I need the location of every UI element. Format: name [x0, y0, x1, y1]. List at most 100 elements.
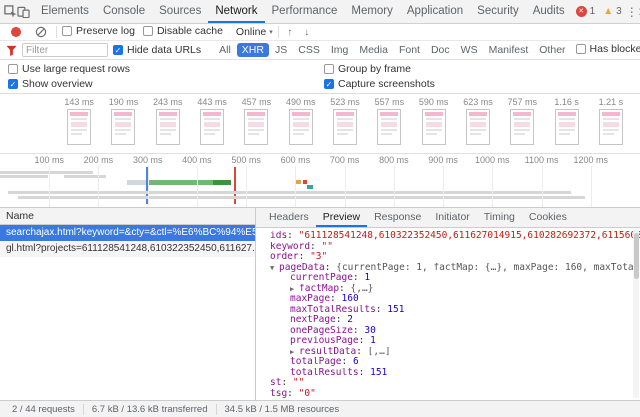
hide-data-urls-checkbox[interactable]: ✓ [113, 45, 123, 56]
name-column-label: Name [6, 210, 35, 222]
tree-line[interactable]: previousPage: 1 [256, 336, 640, 347]
tab-memory[interactable]: Memory [344, 0, 400, 23]
filter-type-all[interactable]: All [214, 43, 236, 57]
details-tab-cookies[interactable]: Cookies [522, 208, 574, 227]
tab-security[interactable]: Security [470, 0, 526, 23]
filter-type-manifest[interactable]: Manifest [484, 43, 534, 57]
overview-gridline [147, 166, 149, 207]
filter-type-doc[interactable]: Doc [426, 43, 455, 57]
tree-line[interactable]: ▼ pageData: {currentPage: 1, factMap: {…}… [256, 262, 640, 274]
thumb-line [602, 133, 614, 135]
filmstrip-frame[interactable]: 443 ms [191, 97, 233, 149]
overview-gridline [49, 166, 51, 207]
tree-line[interactable]: st: "" [256, 378, 640, 389]
filmstrip-frame[interactable]: 590 ms [413, 97, 455, 149]
tab-application[interactable]: Application [400, 0, 470, 23]
filmstrip-frame[interactable]: 190 ms [102, 97, 144, 149]
filmstrip-frame[interactable]: 1.16 s [545, 97, 587, 149]
tree-line[interactable]: onePageSize: 30 [256, 326, 640, 337]
filmstrip-frame[interactable]: 623 ms [457, 97, 499, 149]
warning-badge[interactable]: ▲ 3 [603, 0, 621, 23]
filmstrip-frame[interactable]: 523 ms [324, 97, 366, 149]
details-tab-response[interactable]: Response [367, 208, 428, 227]
filter-type-js[interactable]: JS [270, 43, 292, 57]
tree-line[interactable]: totalPage: 6 [256, 357, 640, 368]
filmstrip-frame[interactable]: 757 ms [501, 97, 543, 149]
toolbar-disable-cache-checkbox[interactable] [142, 26, 153, 36]
tree-line[interactable]: totalResults: 151 [256, 368, 640, 379]
kebab-menu-icon[interactable]: ⋮ [626, 0, 638, 23]
frame-timestamp: 190 ms [108, 97, 139, 107]
tab-audits[interactable]: Audits [526, 0, 572, 23]
overview-tick-label: 400 ms [182, 155, 212, 165]
filter-input[interactable] [22, 43, 108, 57]
filter-type-font[interactable]: Font [394, 43, 425, 57]
option-use-large-request-rows-checkbox[interactable] [8, 64, 18, 74]
upload-arrow-icon[interactable]: ↑ [284, 27, 296, 38]
has-blocked-cookies[interactable]: Has blocked cookies [575, 43, 640, 55]
hide-data-urls[interactable]: ✓ Hide data URLs [113, 44, 201, 56]
option-group-by-frame-checkbox[interactable] [324, 64, 334, 74]
option-show-overview[interactable]: ✓ Show overview [8, 78, 324, 90]
filmstrip-frame[interactable]: 457 ms [235, 97, 277, 149]
disclosure-expanded-icon[interactable]: ▼ [270, 263, 279, 274]
tree-value: 151 [370, 367, 388, 378]
device-toolbar-icon[interactable] [17, 0, 30, 23]
tree-line[interactable]: order: "3" [256, 252, 640, 263]
name-column-header[interactable]: Name [0, 208, 255, 225]
tree-line[interactable]: ids: "611128541248,610322352450,61162701… [256, 231, 640, 242]
details-tab-preview[interactable]: Preview [315, 208, 368, 227]
request-row[interactable]: searchajax.html?keyword=&cty=&ctl=%E6%BC… [0, 225, 255, 241]
toolbar-preserve-log[interactable]: Preserve log [62, 25, 135, 37]
filmstrip-frame[interactable]: 243 ms [147, 97, 189, 149]
tree-line[interactable]: keyword: "" [256, 242, 640, 253]
record-button[interactable] [6, 27, 26, 37]
tab-network[interactable]: Network [208, 0, 265, 23]
option-capture-screenshots[interactable]: ✓ Capture screenshots [324, 78, 632, 90]
scrollbar-thumb[interactable] [633, 233, 639, 279]
filter-type-other[interactable]: Other [534, 43, 570, 57]
inspect-icon[interactable] [4, 0, 17, 23]
disclosure-collapsed-icon[interactable]: ▶ [290, 347, 299, 358]
filmstrip-frame[interactable]: 1.21 s [590, 97, 632, 149]
error-badge[interactable]: ✕ 1 [575, 0, 595, 23]
option-use-large-request-rows[interactable]: Use large request rows [8, 63, 324, 75]
tree-line[interactable]: nextPage: 2 [256, 315, 640, 326]
download-arrow-icon[interactable]: ↓ [301, 27, 313, 38]
thumb-line [337, 118, 354, 120]
toolbar-preserve-log-checkbox[interactable] [62, 26, 72, 36]
filter-type-css[interactable]: CSS [293, 43, 325, 57]
tree-line[interactable]: currentPage: 1 [256, 273, 640, 284]
filter-type-media[interactable]: Media [354, 43, 393, 57]
tab-sources[interactable]: Sources [152, 0, 208, 23]
details-tab-timing[interactable]: Timing [477, 208, 522, 227]
tree-line[interactable]: maxPage: 160 [256, 294, 640, 305]
tab-performance[interactable]: Performance [265, 0, 345, 23]
tree-line[interactable]: ▶ factMap: {,…} [256, 283, 640, 295]
filter-type-ws[interactable]: WS [456, 43, 483, 57]
request-row[interactable]: gl.html?projects=611128541248,6103223524… [0, 241, 255, 257]
filter-type-img[interactable]: Img [326, 43, 354, 57]
clear-button[interactable] [31, 26, 51, 38]
filmstrip-frame[interactable]: 557 ms [368, 97, 410, 149]
details-tab-headers[interactable]: Headers [262, 208, 316, 227]
tree-line[interactable]: tsg: "0" [256, 389, 640, 400]
option-capture-screenshots-checkbox[interactable]: ✓ [324, 79, 334, 89]
overview[interactable]: 100 ms 200 ms 300 ms 400 ms 500 ms 600 ms 700 … [0, 154, 640, 208]
tab-console[interactable]: Console [96, 0, 152, 23]
option-show-overview-checkbox[interactable]: ✓ [8, 79, 18, 89]
filter-funnel-icon[interactable] [6, 45, 17, 56]
throttling-select[interactable]: Online ▾ [236, 26, 273, 38]
filmstrip-frame[interactable]: 143 ms [58, 97, 100, 149]
details-tab-initiator[interactable]: Initiator [428, 208, 476, 227]
disclosure-collapsed-icon[interactable]: ▶ [290, 284, 299, 295]
toolbar-disable-cache[interactable]: Disable cache [142, 25, 223, 37]
option-group-by-frame[interactable]: Group by frame [324, 63, 632, 75]
scrollbar[interactable] [633, 230, 639, 398]
tree-line[interactable]: maxTotalResults: 151 [256, 305, 640, 316]
tree-line[interactable]: ▶ resultData: [,…] [256, 346, 640, 358]
tab-elements[interactable]: Elements [34, 0, 96, 23]
filmstrip-frame[interactable]: 490 ms [280, 97, 322, 149]
has-blocked-cookies-checkbox[interactable] [575, 44, 586, 54]
filter-type-xhr[interactable]: XHR [236, 43, 269, 57]
